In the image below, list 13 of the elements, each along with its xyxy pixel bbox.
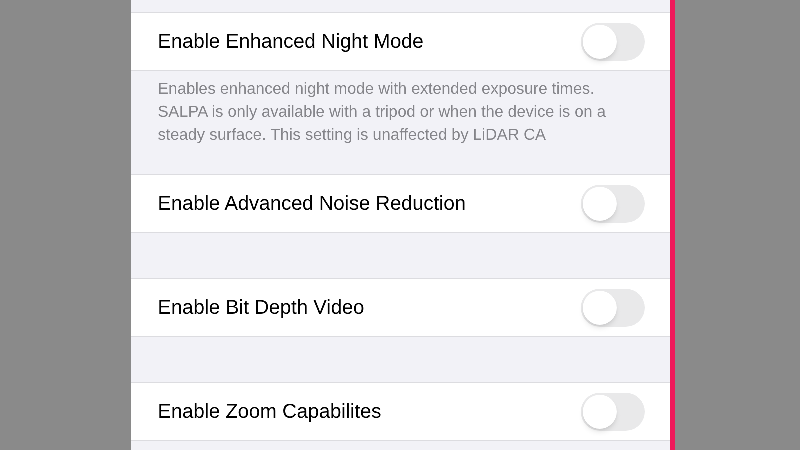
settings-row[interactable]: Enable Zoom Capabilites bbox=[131, 382, 670, 441]
row-label: Enable Advanced Noise Reduction bbox=[158, 192, 466, 216]
settings-row[interactable]: Enable Enhanced Night Mode bbox=[131, 12, 670, 71]
footer-text: Enables enhanced night mode with extended exposure times. SALPA is only available with a tripod or when the device is on a steady surface. This setting is unaffected by LiDAR CA bbox=[158, 80, 607, 146]
toggle-switch[interactable] bbox=[581, 184, 645, 222]
toggle-switch[interactable] bbox=[581, 22, 645, 60]
settings-row[interactable]: Enable Advanced Noise Reduction bbox=[131, 174, 670, 233]
row-label: Enable Zoom Capabilites bbox=[158, 400, 382, 424]
row-label: Enable Enhanced Night Mode bbox=[158, 30, 424, 54]
row-label: Enable Bit Depth Video bbox=[158, 296, 364, 320]
toggle-switch[interactable] bbox=[581, 288, 645, 326]
toggle-switch[interactable] bbox=[581, 392, 645, 430]
settings-row[interactable]: Enable Bit Depth Video bbox=[131, 278, 670, 337]
